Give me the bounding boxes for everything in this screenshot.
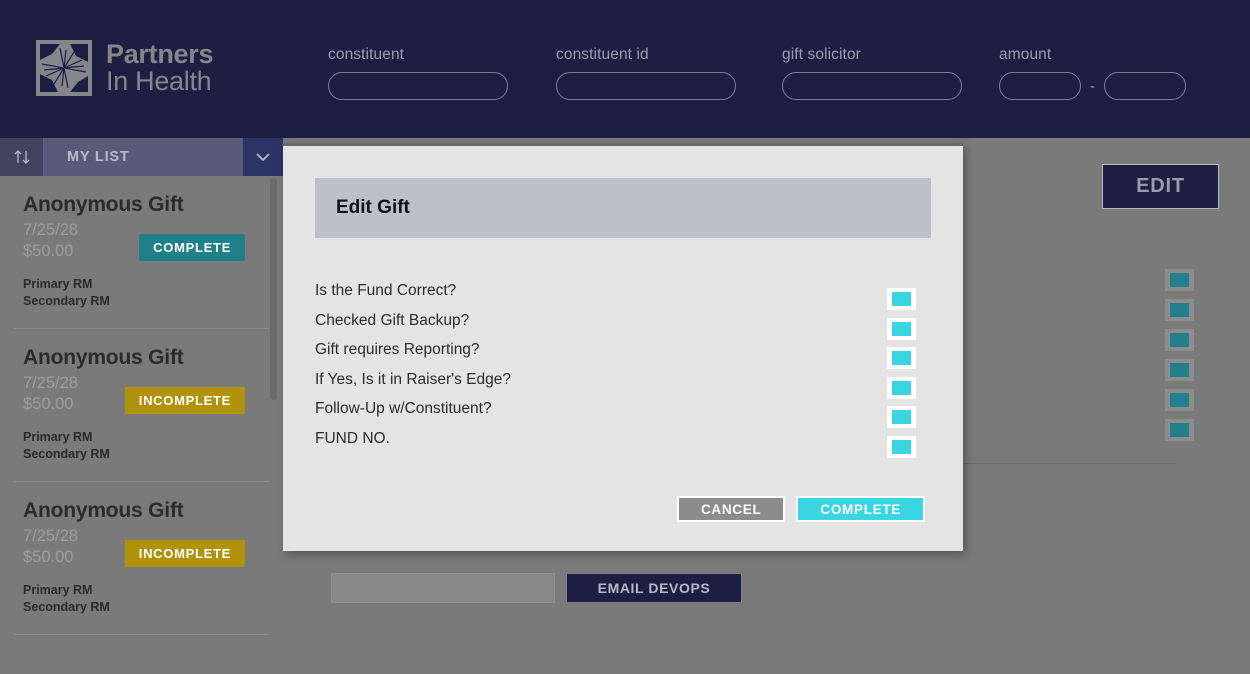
checklist-row: If Yes, Is it in Raiser's Edge? [283,367,963,399]
checklist-label: Checked Gift Backup? [315,311,470,329]
app-root: Partners In Health constituent constitue… [0,0,1250,674]
checklist-label: If Yes, Is it in Raiser's Edge? [315,370,511,388]
secondary-rm: Secondary RM [23,600,110,615]
gift-title: Anonymous Gift [23,193,184,216]
amount-min-input[interactable] [999,72,1081,100]
secondary-rm: Secondary RM [23,294,110,309]
gift-solicitor-field-group: gift solicitor [782,46,962,100]
brand-logo: Partners In Health [36,40,213,96]
modal-titlebar: Edit Gift [315,178,931,238]
constituent-id-input[interactable] [556,72,736,100]
checklist-row: Gift requires Reporting? [283,337,963,369]
constituent-id-label: constituent id [556,46,649,63]
gift-list-sidebar: MY LIST Anonymous Gift 7/25/28 $50.00 CO… [0,138,283,674]
modal-title: Edit Gift [336,197,410,218]
background-checkbox[interactable] [1165,269,1194,291]
cancel-button[interactable]: CANCEL [676,496,786,522]
checklist-label: Gift requires Reporting? [315,341,480,358]
gift-solicitor-input[interactable] [782,72,962,100]
list-item[interactable]: Anonymous Gift 7/25/28 $50.00 INCOMPLETE… [14,329,269,482]
modal-body: Is the Fund Correct? Checked Gift Backup… [283,278,963,458]
pinwheel-hands-logo-icon [36,40,92,96]
checklist-row: Follow-Up w/Constituent? [283,396,963,428]
background-checkbox[interactable] [1165,359,1194,381]
devops-email-input[interactable] [331,573,555,603]
background-checkbox-column [1165,269,1194,449]
list-title: MY LIST [44,138,243,176]
secondary-rm: Secondary RM [23,447,110,462]
amount-range-separator: - [1090,77,1095,95]
edit-button[interactable]: EDIT [1102,164,1219,209]
brand-name-line1: Partners [106,39,214,69]
status-badge[interactable]: INCOMPLETE [124,387,245,414]
list-item[interactable]: Anonymous Gift 7/25/28 $50.00 INCOMPLETE… [14,482,269,635]
primary-rm: Primary RM [23,583,93,598]
status-badge[interactable]: COMPLETE [139,234,245,261]
modal-actions: CANCEL COMPLETE [676,496,925,522]
status-badge[interactable]: INCOMPLETE [124,540,245,567]
checklist-label: FUND NO. [315,429,390,447]
background-checkbox[interactable] [1165,299,1194,321]
checklist-label: Is the Fund Correct? [315,282,457,299]
gift-card-list: Anonymous Gift 7/25/28 $50.00 COMPLETE P… [0,176,283,674]
checklist-checkbox[interactable] [887,435,916,458]
email-devops-row: EMAIL DEVOPS [331,573,742,603]
background-checkbox[interactable] [1165,419,1194,441]
checklist-row: FUND NO. [283,426,963,458]
constituent-field-group: constituent [328,46,508,100]
primary-rm: Primary RM [23,277,93,292]
brand-name-line2: In Health [106,66,212,96]
gift-title: Anonymous Gift [23,499,184,522]
gift-title: Anonymous Gift [23,346,184,369]
sort-updown-icon[interactable] [0,138,44,176]
checklist-label: Follow-Up w/Constituent? [315,400,492,417]
sidebar-scrollbar-thumb[interactable] [270,178,277,400]
gift-solicitor-label: gift solicitor [782,46,861,63]
primary-rm: Primary RM [23,430,93,445]
complete-button[interactable]: COMPLETE [796,496,925,522]
constituent-input[interactable] [328,72,508,100]
list-toolbar: MY LIST [0,138,283,176]
background-checkbox[interactable] [1165,389,1194,411]
checklist-row: Is the Fund Correct? [283,278,963,310]
constituent-label: constituent [328,46,405,63]
edit-gift-modal: Edit Gift Is the Fund Correct? Checked G… [283,143,963,551]
sidebar-scrollbar[interactable] [270,178,277,674]
email-devops-button[interactable]: EMAIL DEVOPS [566,573,742,603]
checklist-row: Checked Gift Backup? [283,308,963,340]
amount-max-input[interactable] [1104,72,1186,100]
background-checkbox[interactable] [1165,329,1194,351]
amount-field-group: amount - [999,46,1186,100]
chevron-down-icon[interactable] [243,138,283,176]
app-header: Partners In Health constituent constitue… [0,0,1250,138]
list-item[interactable]: Anonymous Gift 7/25/28 $50.00 COMPLETE P… [14,176,269,329]
amount-label: amount [999,46,1052,63]
constituent-id-field-group: constituent id [556,46,736,100]
